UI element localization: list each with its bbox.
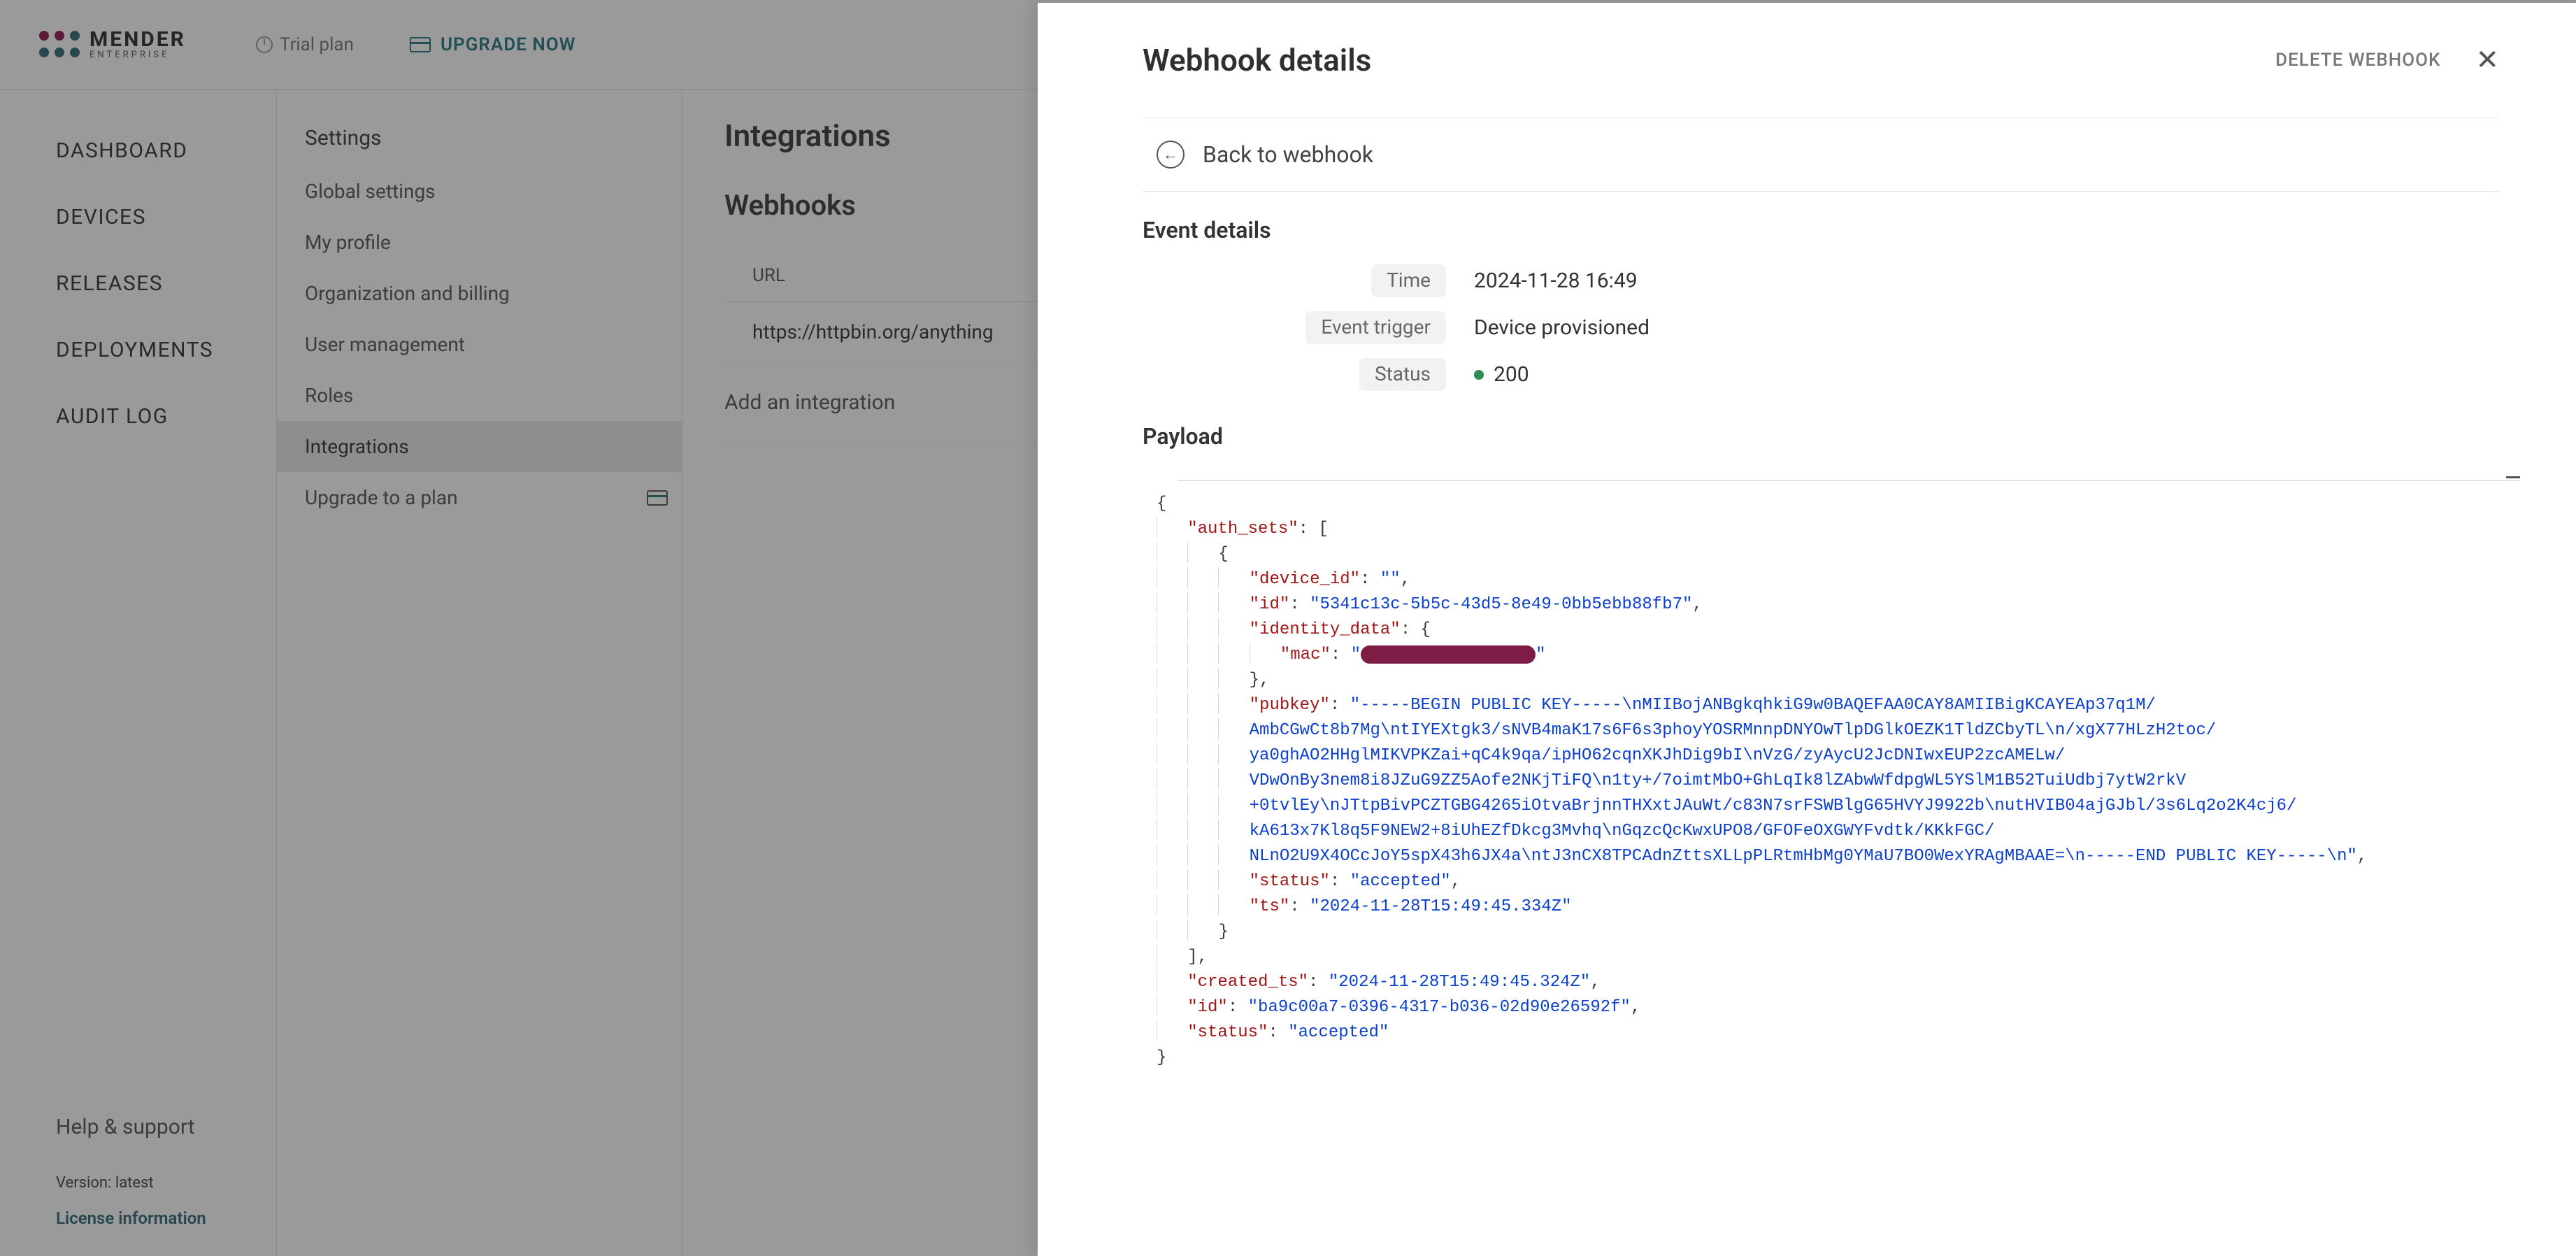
payload-json[interactable]: { "auth_sets": [ { "device_id": "", "id"…	[1157, 485, 2499, 1071]
arrow-left-circle-icon: ←	[1157, 141, 1185, 169]
trigger-value: Device provisioned	[1446, 315, 2499, 340]
time-label: Time	[1371, 264, 1446, 297]
status-label: Status	[1359, 358, 1446, 391]
payload-heading: Payload	[1143, 423, 2499, 450]
payload-box: { "auth_sets": [ { "device_id": "", "id"…	[1157, 485, 2499, 1071]
redacted-mac	[1361, 645, 1536, 664]
payload-corner-icon	[2506, 476, 2520, 478]
close-icon[interactable]: ✕	[2475, 46, 2499, 74]
status-code: 200	[1494, 362, 1529, 387]
back-to-webhook-button[interactable]: ← Back to webhook	[1143, 118, 2499, 191]
payload-top-rule	[1178, 480, 2520, 481]
drawer-actions: DELETE WEBHOOK ✕	[2275, 46, 2499, 74]
status-dot-icon	[1474, 370, 1484, 380]
trigger-label: Event trigger	[1305, 311, 1446, 344]
drawer-header: Webhook details DELETE WEBHOOK ✕	[1143, 42, 2499, 117]
event-details-heading: Event details	[1143, 217, 2499, 243]
divider	[1143, 191, 2499, 192]
drawer-title: Webhook details	[1143, 42, 1371, 78]
webhook-details-drawer: Webhook details DELETE WEBHOOK ✕ ← Back …	[1038, 3, 2576, 1256]
status-value: 200	[1446, 362, 2499, 387]
time-value: 2024-11-28 16:49	[1446, 269, 2499, 293]
delete-webhook-button[interactable]: DELETE WEBHOOK	[2275, 50, 2440, 71]
event-details-grid: Time 2024-11-28 16:49 Event trigger Devi…	[1152, 264, 2499, 391]
back-to-webhook-label: Back to webhook	[1203, 141, 1373, 168]
